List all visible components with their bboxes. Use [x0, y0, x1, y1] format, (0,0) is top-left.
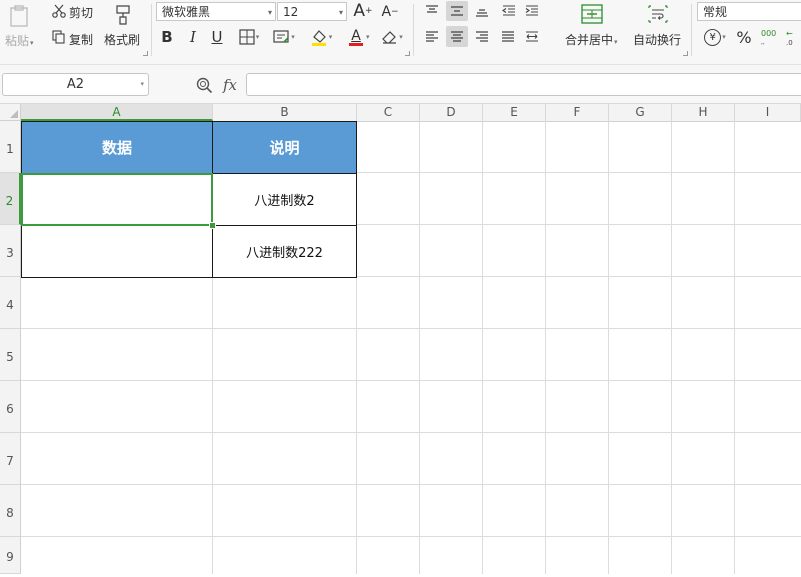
- svg-text:.0: .0: [786, 39, 793, 47]
- cell-b2[interactable]: 八进制数2: [212, 173, 357, 226]
- fill-style-button[interactable]: ▾: [270, 28, 298, 46]
- italic-button[interactable]: I: [184, 28, 202, 46]
- copy-button[interactable]: 复制: [69, 31, 93, 48]
- column-header-d[interactable]: D: [420, 104, 483, 121]
- merge-center-button[interactable]: 合并居中▾: [565, 31, 618, 48]
- fill-handle[interactable]: [209, 222, 216, 229]
- paste-icon[interactable]: [6, 3, 32, 29]
- formula-input[interactable]: [246, 73, 801, 96]
- comma-style-icon[interactable]: 000,,: [757, 26, 779, 48]
- borders-button[interactable]: ▾: [236, 28, 262, 46]
- column-header-e[interactable]: E: [483, 104, 546, 121]
- clipboard-launcher-icon[interactable]: [143, 51, 148, 56]
- currency-format-button[interactable]: ¥ ▾: [701, 27, 729, 47]
- svg-text:,,: ,,: [761, 39, 765, 46]
- merge-center-icon: [580, 3, 604, 25]
- svg-text:000: 000: [761, 29, 776, 38]
- wrap-text-button[interactable]: 自动换行: [633, 31, 681, 48]
- decrease-font-size-button[interactable]: A −: [380, 2, 400, 22]
- zoom-search-icon[interactable]: [194, 75, 214, 95]
- align-bottom-icon[interactable]: [472, 2, 492, 20]
- align-left-icon[interactable]: [422, 28, 442, 46]
- select-all-corner[interactable]: [0, 104, 21, 121]
- gridline: [21, 432, 801, 433]
- eraser-icon: [382, 30, 397, 44]
- percent-button[interactable]: %: [733, 27, 755, 47]
- column-header-a[interactable]: A: [21, 104, 213, 121]
- column-header-i[interactable]: I: [735, 104, 801, 121]
- gridline: [21, 328, 801, 329]
- font-size-select[interactable]: 12 ▾: [277, 2, 347, 21]
- cell-b1[interactable]: 说明: [212, 121, 357, 174]
- increase-decimal-icon[interactable]: ← .0: [784, 26, 801, 48]
- gridline: [482, 121, 483, 574]
- row-header-6[interactable]: 6: [0, 381, 21, 433]
- decrease-indent-icon[interactable]: [499, 2, 519, 20]
- bold-button[interactable]: B: [158, 28, 176, 46]
- gridline: [21, 484, 801, 485]
- justify-icon[interactable]: [498, 28, 518, 46]
- gridline: [608, 121, 609, 574]
- border-icon: [239, 29, 255, 45]
- format-painter-button[interactable]: 格式刷: [104, 31, 140, 48]
- alignment-launcher-icon[interactable]: [683, 51, 688, 56]
- row-header-1[interactable]: 1: [0, 121, 21, 173]
- svg-text:←: ←: [786, 29, 793, 38]
- row-header-3[interactable]: 3: [0, 225, 21, 277]
- row-header-8[interactable]: 8: [0, 485, 21, 537]
- column-header-c[interactable]: C: [357, 104, 420, 121]
- active-cell-selection: [21, 173, 213, 226]
- gridline: [419, 121, 420, 574]
- column-header-g[interactable]: G: [609, 104, 672, 121]
- gridline: [21, 380, 801, 381]
- wrap-text-icon: [646, 3, 670, 25]
- increase-font-size-button[interactable]: A +: [353, 1, 373, 21]
- gridline: [21, 536, 801, 537]
- paste-button[interactable]: 粘贴▾: [5, 32, 34, 49]
- row-header-9[interactable]: 9: [0, 537, 21, 574]
- cut-button[interactable]: 剪切: [69, 4, 93, 21]
- paint-bucket-icon: [311, 30, 326, 46]
- cell-a1[interactable]: 数据: [21, 121, 213, 174]
- align-top-icon[interactable]: [422, 2, 442, 20]
- scissors-icon: [50, 3, 68, 19]
- gridline: [545, 121, 546, 574]
- align-center-icon[interactable]: [446, 26, 468, 47]
- distributed-align-icon[interactable]: [522, 28, 542, 46]
- font-launcher-icon[interactable]: [405, 51, 410, 56]
- column-header-h[interactable]: H: [672, 104, 735, 121]
- align-middle-icon[interactable]: [446, 1, 468, 21]
- ribbon-toolbar: 粘贴▾ 剪切 复制 格式刷 微软雅黑 ▾ 12 ▾ A + A − B I U ▾ ▾ …: [0, 0, 801, 65]
- font-name-select[interactable]: 微软雅黑 ▾: [156, 2, 276, 21]
- column-header-f[interactable]: F: [546, 104, 609, 121]
- underline-button[interactable]: U: [208, 28, 226, 46]
- fill-color-button[interactable]: ▾: [306, 27, 336, 47]
- name-box[interactable]: A2 ▾: [2, 73, 149, 96]
- copy-icon: [50, 29, 68, 45]
- column-header-b[interactable]: B: [213, 104, 357, 121]
- clear-format-button[interactable]: ▾: [378, 28, 406, 46]
- insert-function-button[interactable]: fx: [219, 74, 241, 96]
- format-painter-icon: [110, 2, 136, 28]
- cell-b3[interactable]: 八进制数222: [212, 225, 357, 278]
- gridline: [671, 121, 672, 574]
- row-header-5[interactable]: 5: [0, 329, 21, 381]
- gridline: [734, 121, 735, 574]
- increase-indent-icon[interactable]: [522, 2, 542, 20]
- align-right-icon[interactable]: [472, 28, 492, 46]
- currency-icon: ¥: [704, 28, 722, 46]
- row-header-4[interactable]: 4: [0, 277, 21, 329]
- row-header-7[interactable]: 7: [0, 433, 21, 485]
- cell-a3[interactable]: [21, 225, 213, 278]
- number-format-select[interactable]: 常规: [697, 2, 801, 21]
- row-header-2[interactable]: 2: [0, 173, 21, 225]
- fill-style-icon: [273, 30, 289, 43]
